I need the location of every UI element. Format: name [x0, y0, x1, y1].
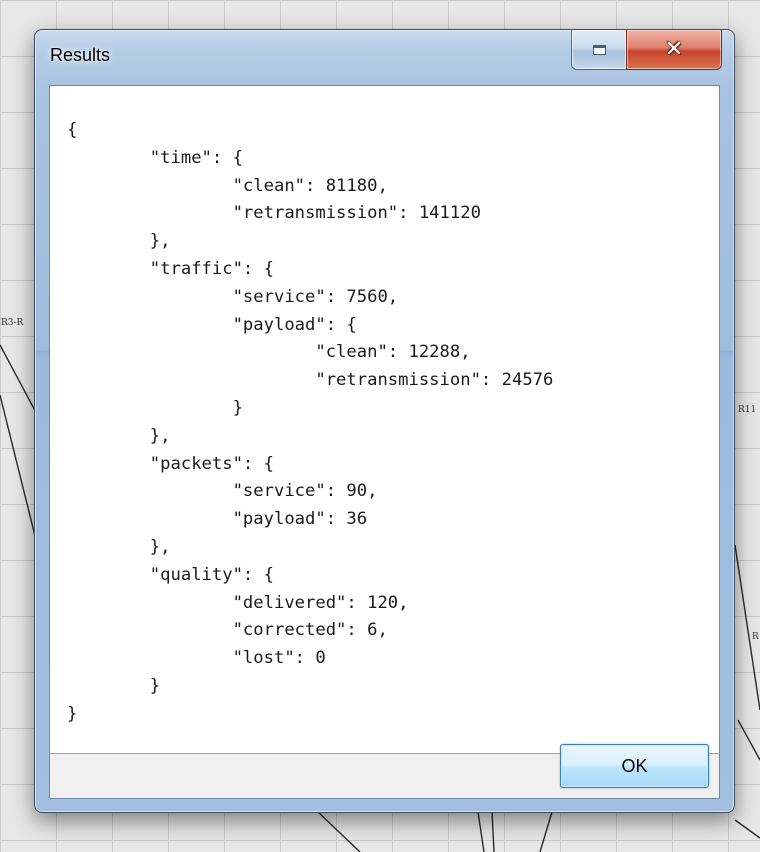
background-node-label-right: R11	[738, 405, 757, 415]
background-node-label-right-2: R	[752, 632, 759, 642]
restore-button[interactable]	[571, 30, 626, 70]
background-node-label-left: R3-R	[1, 318, 24, 328]
results-dialog: Results ✕ { "time": { "clean": 81180, "r…	[34, 29, 735, 813]
ok-button[interactable]: OK	[560, 744, 709, 788]
results-text-area[interactable]: { "time": { "clean": 81180, "retransmiss…	[50, 86, 719, 754]
dialog-title: Results	[50, 45, 111, 65]
close-button[interactable]: ✕	[626, 30, 722, 70]
caption-buttons: ✕	[571, 30, 722, 70]
dialog-client-area: { "time": { "clean": 81180, "retransmiss…	[49, 85, 720, 799]
restore-icon	[592, 44, 606, 55]
results-json-text: { "time": { "clean": 81180, "retransmiss…	[67, 120, 554, 724]
close-icon: ✕	[664, 36, 684, 62]
